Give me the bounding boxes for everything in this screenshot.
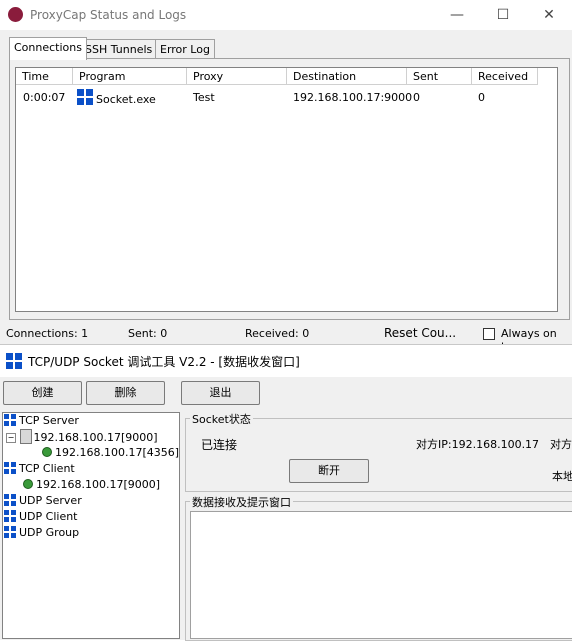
socket-tool-title-bar: TCP/UDP Socket 调试工具 V2.2 - [数据收发窗口] <box>0 345 572 377</box>
peer-ip: 对方IP:192.168.100.17 <box>416 438 540 451</box>
tcp-server-icon <box>4 414 16 426</box>
tree-item-tcp-server[interactable]: TCP Server <box>4 413 79 429</box>
tab-error-log[interactable]: Error Log <box>155 39 215 60</box>
column-header-sent[interactable]: Sent <box>407 68 472 85</box>
socket-tool-window-title: TCP/UDP Socket 调试工具 V2.2 - [数据收发窗口] <box>28 355 300 369</box>
cell-time: 0:00:07 <box>23 91 66 104</box>
peer-port-label: 对方 <box>550 438 572 451</box>
udp-client-icon <box>4 510 16 522</box>
proxycap-title-bar: ProxyCap Status and Logs — ☐ ✕ <box>0 0 572 30</box>
close-button[interactable]: ✕ <box>526 0 572 30</box>
tree-item-udp-group[interactable]: UDP Group <box>4 525 79 541</box>
cell-sent: 0 <box>413 91 420 104</box>
always-on-top-checkbox[interactable] <box>483 328 495 340</box>
socket-app-icon <box>77 89 93 105</box>
socket-status-legend: Socket状态 <box>190 411 253 427</box>
data-receive-legend: 数据接收及提示窗口 <box>190 494 293 510</box>
tree-item-server-conn[interactable]: 192.168.100.17[4356] <box>42 445 179 461</box>
exit-button[interactable]: 退出 <box>181 381 260 405</box>
column-header-destination[interactable]: Destination <box>287 68 407 85</box>
connection-tree[interactable]: TCP Server − 192.168.100.17[9000] 192.16… <box>2 412 180 639</box>
tree-label: 192.168.100.17[9000] <box>36 478 161 491</box>
tree-item-server-addr[interactable]: − 192.168.100.17[9000] <box>6 429 158 445</box>
cell-destination: 192.168.100.17:9000 <box>293 91 413 104</box>
cell-received: 0 <box>478 91 485 104</box>
status-sent: Sent: 0 <box>128 327 168 340</box>
tree-label: TCP Server <box>19 414 79 427</box>
socket-status-group: Socket状态 已连接 对方IP:192.168.100.17 对方 本地 断… <box>185 411 572 492</box>
proxycap-window: ProxyCap Status and Logs — ☐ ✕ Connectio… <box>0 0 572 353</box>
tree-label: UDP Client <box>19 510 78 523</box>
maximize-button[interactable]: ☐ <box>480 0 526 30</box>
tree-label: 192.168.100.17[4356] <box>55 446 180 459</box>
tree-label: UDP Group <box>19 526 80 539</box>
create-button[interactable]: 创建 <box>3 381 82 405</box>
reset-counters-button[interactable]: Reset Cou... <box>384 326 456 340</box>
tree-item-udp-client[interactable]: UDP Client <box>4 509 78 525</box>
tree-item-tcp-client[interactable]: TCP Client <box>4 461 75 477</box>
collapse-icon[interactable]: − <box>6 433 16 443</box>
proxycap-app-icon <box>8 7 23 22</box>
tree-label: 192.168.100.17[9000] <box>33 431 158 444</box>
status-bar: Connections: 1 Sent: 0 Received: 0 Reset… <box>0 323 572 353</box>
column-header-proxy[interactable]: Proxy <box>187 68 287 85</box>
connections-list[interactable]: Time Program Proxy Destination Sent Rece… <box>15 67 558 312</box>
connection-icon <box>23 479 33 489</box>
connection-icon <box>42 447 52 457</box>
status-connections: Connections: 1 <box>6 327 89 340</box>
minimize-button[interactable]: — <box>434 0 480 30</box>
tab-ssh-tunnels[interactable]: SSH Tunnels <box>80 39 158 60</box>
delete-button[interactable]: 删除 <box>86 381 165 405</box>
connection-state: 已连接 <box>201 438 238 452</box>
server-listen-icon <box>19 429 32 444</box>
column-header-program[interactable]: Program <box>73 68 187 85</box>
program-cell: Socket.exe <box>77 89 156 106</box>
tcp-client-icon <box>4 462 16 474</box>
column-header-received[interactable]: Received <box>472 68 538 85</box>
status-received: Received: 0 <box>245 327 310 340</box>
table-row[interactable]: 0:00:07 Socket.exe Test 192.168.100.17:9… <box>16 88 555 106</box>
udp-group-icon <box>4 526 16 538</box>
data-receive-area[interactable] <box>190 511 572 639</box>
tree-label: UDP Server <box>19 494 82 507</box>
udp-server-icon <box>4 494 16 506</box>
tree-item-udp-server[interactable]: UDP Server <box>4 493 82 509</box>
disconnect-button[interactable]: 断开 <box>289 459 369 483</box>
socket-tool-app-icon <box>6 353 22 369</box>
tab-connections[interactable]: Connections <box>9 37 87 60</box>
cell-proxy: Test <box>193 91 215 104</box>
data-receive-group: 数据接收及提示窗口 <box>185 494 572 641</box>
tree-item-client-addr[interactable]: 192.168.100.17[9000] <box>23 477 160 493</box>
proxycap-window-title: ProxyCap Status and Logs <box>30 8 187 22</box>
cell-program: Socket.exe <box>96 93 156 106</box>
column-header-time[interactable]: Time <box>16 68 73 85</box>
tree-label: TCP Client <box>19 462 75 475</box>
local-label: 本地 <box>552 470 572 483</box>
